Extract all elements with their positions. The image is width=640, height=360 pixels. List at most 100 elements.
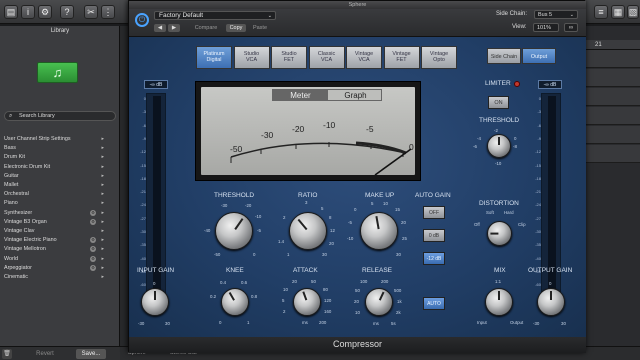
library-item[interactable]: Vintage B3 Organ ⚙ ▸ bbox=[4, 218, 104, 226]
tick-label: -6 bbox=[473, 144, 477, 149]
library-item[interactable]: Vintage Clav ▸ bbox=[4, 227, 104, 235]
copy-button[interactable]: Copy bbox=[226, 24, 246, 32]
track-lane[interactable] bbox=[585, 145, 640, 163]
meter-tick-label: 0 bbox=[143, 96, 146, 101]
previous-preset-button[interactable]: ◀ bbox=[154, 24, 166, 32]
gear-icon[interactable]: ⚙ bbox=[90, 237, 96, 244]
limiter-on-button[interactable]: ON bbox=[488, 96, 509, 109]
compare-button[interactable]: Compare bbox=[191, 24, 221, 32]
side-chain-view-button[interactable]: Side Chain bbox=[487, 48, 521, 64]
revert-button[interactable]: Revert bbox=[32, 349, 58, 359]
library-item[interactable]: Guitar ▸ bbox=[4, 172, 104, 180]
meter-tick-label: -15 bbox=[535, 162, 541, 168]
library-item[interactable]: Cinematic ▸ bbox=[4, 273, 104, 281]
model-button[interactable]: Studio VCA bbox=[233, 46, 270, 69]
input-gain-knob[interactable] bbox=[141, 288, 169, 316]
limiter-threshold-knob[interactable] bbox=[487, 134, 511, 158]
library-item[interactable]: Bass ▸ bbox=[4, 144, 104, 152]
gear-icon[interactable]: ⚙ bbox=[90, 255, 96, 262]
threshold-knob[interactable] bbox=[215, 212, 253, 250]
ratio-knob[interactable] bbox=[289, 212, 327, 250]
chevron-right-icon: ▸ bbox=[101, 274, 104, 280]
library-toggle-button[interactable]: ▤ bbox=[4, 5, 18, 19]
gear-icon[interactable]: ⚙ bbox=[90, 246, 96, 253]
library-item[interactable]: Vintage Mellotron ⚙ ▸ bbox=[4, 245, 104, 253]
gear-icon[interactable]: ⚙ bbox=[90, 209, 96, 216]
library-item[interactable]: Synthesizer ⚙ ▸ bbox=[4, 209, 104, 217]
track-lane[interactable] bbox=[585, 50, 640, 68]
library-item[interactable]: Piano ▸ bbox=[4, 199, 104, 207]
auto-release-button[interactable]: AUTO bbox=[423, 297, 445, 310]
distortion-knob[interactable] bbox=[487, 221, 512, 246]
library-item[interactable]: Vintage Electric Piano ⚙ ▸ bbox=[4, 236, 104, 244]
library-item[interactable]: Arpeggiator ⚙ ▸ bbox=[4, 264, 104, 272]
output-gain-knob[interactable] bbox=[537, 288, 565, 316]
input-peak-readout[interactable]: -∞ dB bbox=[144, 80, 168, 89]
delete-icon[interactable]: 🗑 bbox=[2, 349, 12, 359]
tick-label: 50 bbox=[355, 288, 360, 293]
side-chain-select[interactable]: Bus 5 ⌄ bbox=[534, 10, 578, 19]
model-label: Vintage Opto bbox=[429, 51, 449, 63]
toolbar-toggle-icon[interactable]: ✂ bbox=[84, 5, 98, 19]
auto-gain-off-button[interactable]: OFF bbox=[423, 206, 445, 219]
output-view-button[interactable]: Output bbox=[522, 48, 556, 64]
track-lane[interactable] bbox=[585, 88, 640, 106]
next-preset-button[interactable]: ▶ bbox=[168, 24, 180, 32]
input-meter-bar bbox=[153, 96, 161, 290]
ruler[interactable]: 21 bbox=[585, 40, 640, 50]
library-item[interactable]: World ⚙ ▸ bbox=[4, 255, 104, 263]
model-button[interactable]: Vintage Opto bbox=[421, 46, 457, 69]
meter-tick-label: -18 bbox=[140, 175, 146, 181]
auto-gain-minus12db-button[interactable]: -12 dB bbox=[423, 252, 445, 265]
model-button[interactable]: Classic VCA bbox=[308, 46, 345, 69]
help-icon[interactable]: ? bbox=[60, 5, 74, 19]
attack-knob[interactable] bbox=[293, 288, 321, 316]
meter-tick-label: -15 bbox=[140, 162, 146, 168]
smart-controls-icon[interactable]: ⚙ bbox=[38, 5, 52, 19]
auto-gain-0db-button[interactable]: 0 dB bbox=[423, 229, 445, 242]
ruler-bar-number: 21 bbox=[595, 42, 602, 48]
make-up-knob[interactable] bbox=[360, 212, 398, 250]
power-icon[interactable]: ⏻ bbox=[135, 13, 149, 27]
release-knob[interactable] bbox=[365, 288, 393, 316]
model-button[interactable]: Vintage VCA bbox=[346, 46, 382, 69]
browsers-icon[interactable]: ▧ bbox=[627, 5, 639, 19]
track-lane[interactable] bbox=[585, 69, 640, 87]
tick-label: -10 bbox=[495, 161, 502, 166]
mix-knob[interactable] bbox=[485, 288, 513, 316]
chevron-right-icon: ▸ bbox=[101, 237, 104, 244]
link-icon[interactable]: ∞ bbox=[564, 23, 578, 32]
model-button[interactable]: Studio FET bbox=[271, 46, 307, 69]
library-item[interactable]: Drum Kit ▸ bbox=[4, 153, 104, 161]
meter-tick-label: -3 bbox=[142, 109, 146, 115]
library-search-input[interactable]: ⌕ Search Library bbox=[4, 111, 116, 121]
tick-label: 10 bbox=[383, 201, 388, 206]
preset-menu[interactable]: Factory Default ⌄ bbox=[154, 11, 276, 20]
knee-knob[interactable] bbox=[221, 288, 249, 316]
instrument-icon[interactable]: ♫ bbox=[37, 62, 78, 83]
save-button[interactable]: Save... bbox=[76, 349, 106, 359]
model-button[interactable]: Platinum Digital bbox=[196, 46, 232, 69]
model-button[interactable]: Vintage FET bbox=[383, 46, 420, 69]
mix-label: MIX bbox=[494, 267, 506, 274]
output-peak-readout[interactable]: -∞ dB bbox=[538, 80, 562, 89]
library-title: Library bbox=[50, 28, 70, 34]
mixer-icon[interactable]: ⋮ bbox=[101, 5, 115, 19]
compressor-plugin-window: Sphere ⏻ Factory Default ⌄ ◀ ▶ Compare Co… bbox=[128, 0, 586, 353]
gear-icon[interactable]: ⚙ bbox=[90, 264, 96, 271]
note-pad-icon[interactable]: ▦ bbox=[611, 5, 625, 19]
paste-button[interactable]: Paste bbox=[249, 24, 271, 32]
list-editors-icon[interactable]: ≡ bbox=[594, 5, 608, 19]
library-item[interactable]: Mallet ▸ bbox=[4, 181, 104, 189]
view-zoom-select[interactable]: 101% bbox=[533, 23, 559, 32]
tick-label: 20 bbox=[292, 279, 297, 284]
gear-icon[interactable]: ⚙ bbox=[90, 218, 96, 225]
library-item[interactable]: Electronic Drum Kit ▸ bbox=[4, 163, 104, 171]
info-icon[interactable]: i bbox=[21, 5, 35, 19]
track-lane[interactable] bbox=[585, 126, 640, 144]
library-item[interactable]: Orchestral ▸ bbox=[4, 190, 104, 198]
tick-label: 25 bbox=[402, 236, 407, 241]
track-lane[interactable] bbox=[585, 107, 640, 125]
library-item[interactable]: User Channel Strip Settings ▸ bbox=[4, 135, 104, 143]
knee-label: KNEE bbox=[226, 267, 244, 274]
